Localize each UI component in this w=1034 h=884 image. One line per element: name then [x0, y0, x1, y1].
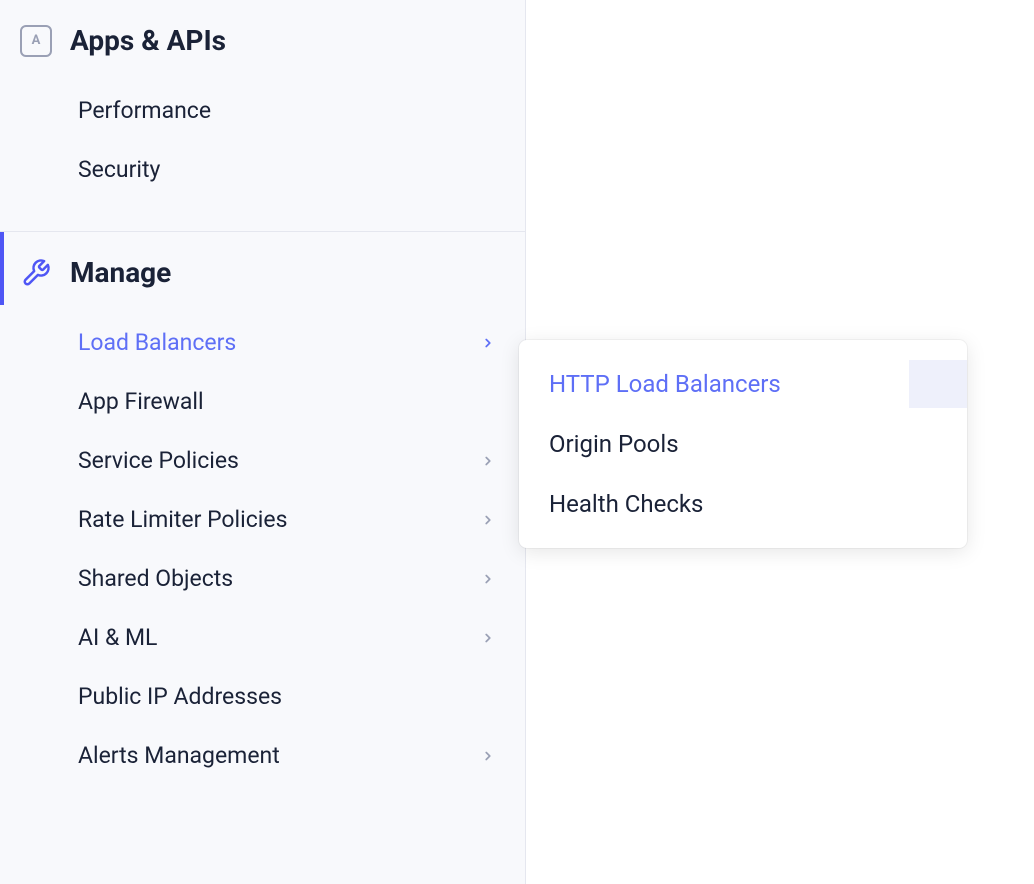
nav-label: Performance	[78, 97, 211, 124]
submenu-label: Origin Pools	[549, 430, 679, 458]
nav-item-alerts-management[interactable]: Alerts Management	[0, 726, 525, 785]
nav-label: AI & ML	[78, 624, 157, 651]
nav-item-security[interactable]: Security	[0, 140, 525, 199]
submenu-label: HTTP Load Balancers	[549, 370, 781, 398]
section-title-manage: Manage	[70, 256, 171, 289]
chevron-right-icon	[481, 508, 495, 532]
submenu-item-health-checks[interactable]: Health Checks	[519, 474, 967, 534]
nav-label: Service Policies	[78, 447, 239, 474]
section-header-manage[interactable]: Manage	[0, 232, 525, 305]
nav-list-apps: Performance Security	[0, 73, 525, 219]
nav-label: App Firewall	[78, 388, 204, 415]
nav-item-ai-ml[interactable]: AI & ML	[0, 608, 525, 667]
nav-item-service-policies[interactable]: Service Policies	[0, 431, 525, 490]
wrench-icon	[20, 257, 52, 289]
chevron-right-icon	[481, 331, 495, 355]
nav-item-app-firewall[interactable]: App Firewall	[0, 372, 525, 431]
section-manage: Manage Load Balancers App Firewall Servi…	[0, 232, 525, 805]
chevron-right-icon	[481, 449, 495, 473]
sidebar: A Apps & APIs Performance Security Manag…	[0, 0, 526, 884]
nav-item-performance[interactable]: Performance	[0, 81, 525, 140]
submenu-label: Health Checks	[549, 490, 703, 518]
apps-icon: A	[20, 25, 52, 57]
nav-label: Load Balancers	[78, 329, 236, 356]
section-header-apps[interactable]: A Apps & APIs	[0, 0, 525, 73]
nav-list-manage: Load Balancers App Firewall Service Poli…	[0, 305, 525, 805]
nav-item-rate-limiter-policies[interactable]: Rate Limiter Policies	[0, 490, 525, 549]
submenu-item-origin-pools[interactable]: Origin Pools	[519, 414, 967, 474]
nav-item-shared-objects[interactable]: Shared Objects	[0, 549, 525, 608]
nav-label: Public IP Addresses	[78, 683, 282, 710]
submenu-item-http-load-balancers[interactable]: HTTP Load Balancers	[519, 354, 967, 414]
nav-label: Shared Objects	[78, 565, 233, 592]
nav-label: Security	[78, 156, 160, 183]
section-apps-apis: A Apps & APIs Performance Security	[0, 0, 525, 232]
nav-item-public-ip-addresses[interactable]: Public IP Addresses	[0, 667, 525, 726]
nav-item-load-balancers[interactable]: Load Balancers	[0, 313, 525, 372]
nav-label: Alerts Management	[78, 742, 280, 769]
chevron-right-icon	[481, 744, 495, 768]
section-title-apps: Apps & APIs	[70, 24, 226, 57]
chevron-right-icon	[481, 567, 495, 591]
nav-label: Rate Limiter Policies	[78, 506, 287, 533]
submenu-load-balancers: HTTP Load Balancers Origin Pools Health …	[519, 340, 967, 548]
chevron-right-icon	[481, 626, 495, 650]
